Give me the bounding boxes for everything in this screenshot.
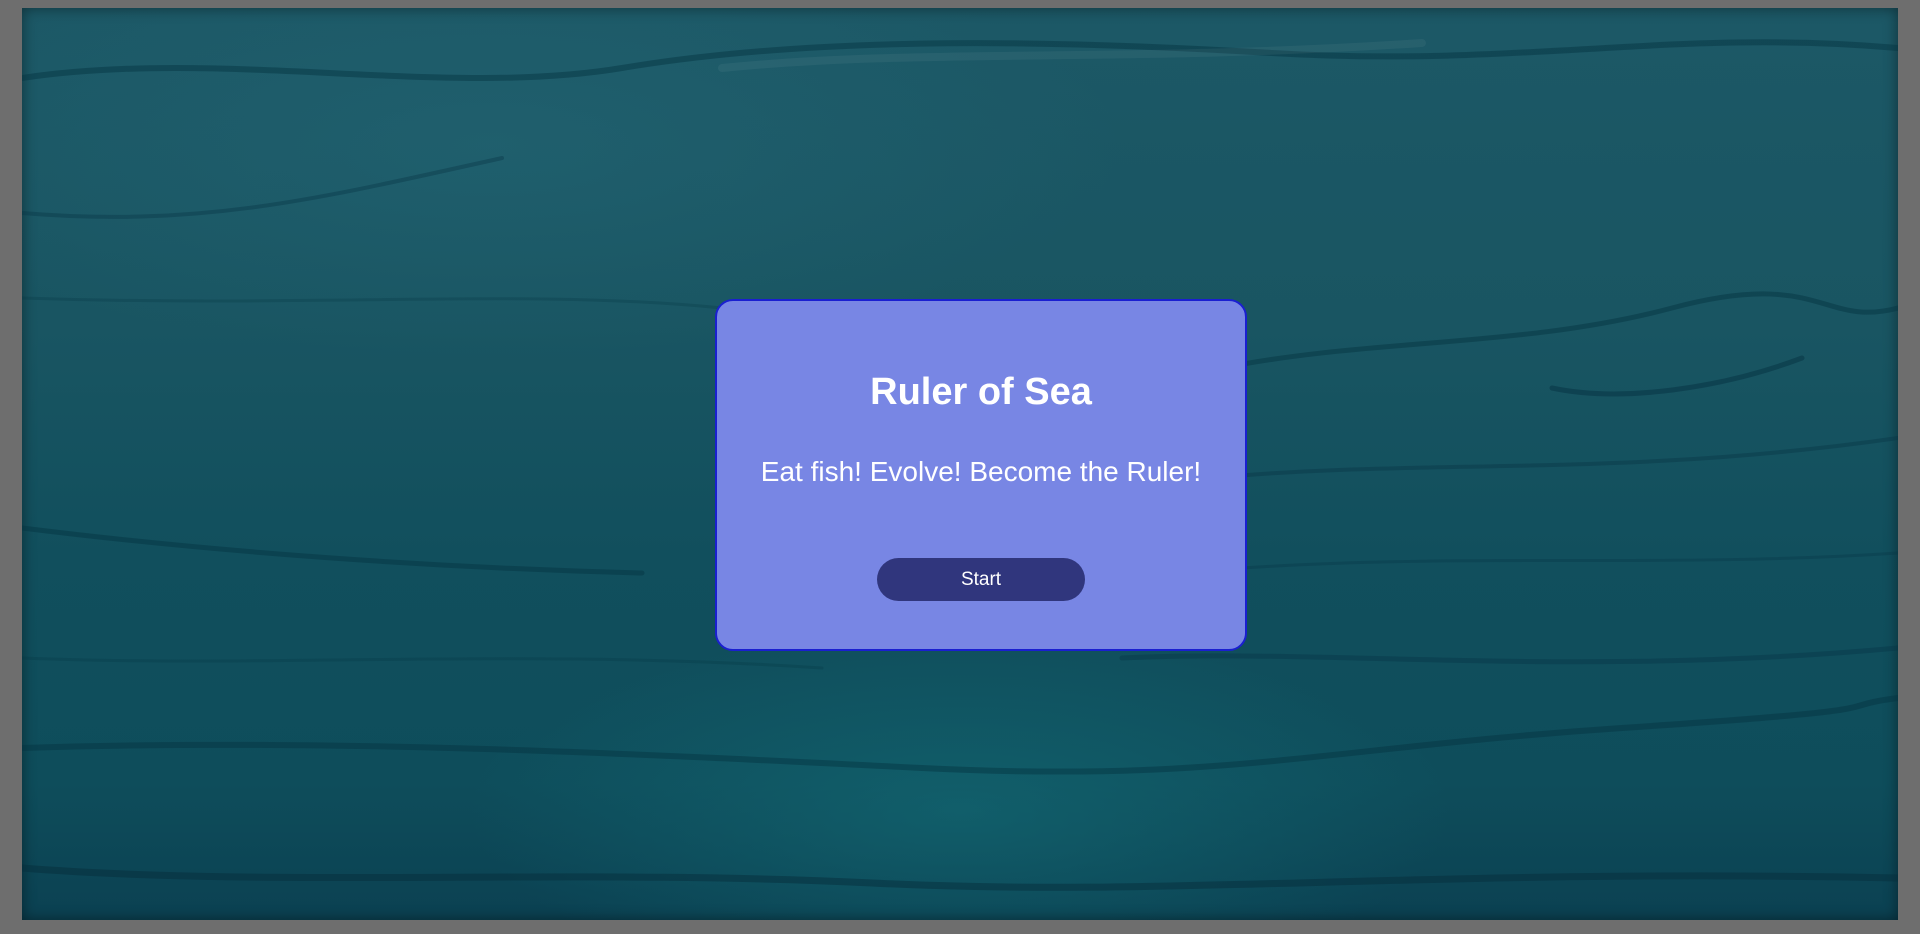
page-frame: Ruler of Sea Eat fish! Evolve! Become th… <box>0 0 1920 934</box>
start-dialog: Ruler of Sea Eat fish! Evolve! Become th… <box>715 299 1247 651</box>
game-tagline: Eat fish! Evolve! Become the Ruler! <box>760 456 1202 487</box>
game-canvas[interactable]: Ruler of Sea Eat fish! Evolve! Become th… <box>22 8 1898 920</box>
game-title: Ruler of Sea <box>870 371 1092 413</box>
start-button[interactable]: Start <box>877 558 1085 601</box>
